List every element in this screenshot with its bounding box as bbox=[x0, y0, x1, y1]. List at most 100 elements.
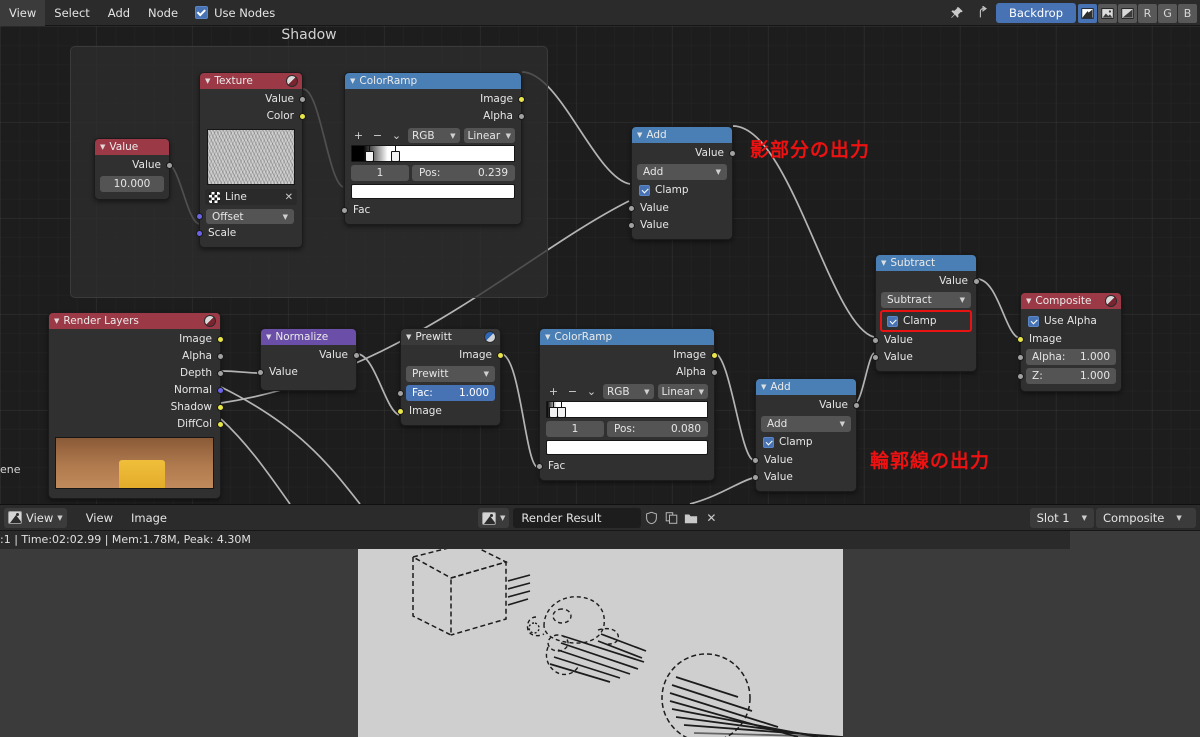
pin-icon[interactable] bbox=[945, 2, 969, 24]
texture-offset-dropdown[interactable]: Offset ▼ bbox=[206, 209, 294, 224]
duplicate-icon[interactable] bbox=[661, 508, 681, 528]
socket-subtract-value-input-2[interactable] bbox=[872, 354, 879, 361]
socket-row-value-out[interactable]: Value bbox=[95, 157, 173, 174]
colorramp-2-gradient[interactable] bbox=[546, 401, 708, 418]
use-nodes-toggle[interactable]: Use Nodes bbox=[187, 6, 275, 20]
socket-row-normalize-value-out[interactable]: Value bbox=[261, 347, 360, 364]
remove-stop-button[interactable]: − bbox=[370, 129, 385, 142]
add1-clamp-checkbox[interactable] bbox=[639, 184, 650, 196]
render-result-image[interactable] bbox=[358, 531, 844, 737]
node-normalize-header[interactable]: ▼ Normalize bbox=[261, 329, 356, 345]
socket-cr2-fac-input[interactable] bbox=[536, 463, 543, 470]
red-channel-button[interactable]: R bbox=[1138, 3, 1157, 23]
render-slot-selector[interactable]: Slot 1 ▼ bbox=[1029, 508, 1094, 528]
node-prewitt-header[interactable]: ▼ Prewitt bbox=[401, 329, 500, 345]
green-channel-button[interactable]: G bbox=[1158, 3, 1177, 23]
node-subtract-header[interactable]: ▼ Subtract bbox=[876, 255, 976, 271]
socket-row-add2-value-in-2[interactable]: Value bbox=[752, 469, 856, 486]
ramp-stop-1[interactable] bbox=[556, 402, 566, 418]
socket-row-composite-image[interactable]: Image bbox=[1017, 331, 1121, 348]
composite-use-alpha-checkbox[interactable] bbox=[1028, 315, 1039, 327]
add2-operation-dropdown[interactable]: Add ▼ bbox=[761, 416, 851, 432]
socket-texture-value-output[interactable] bbox=[299, 96, 306, 103]
image-editor-menu-image[interactable]: Image bbox=[122, 505, 176, 531]
socket-add2-value-output[interactable] bbox=[853, 402, 860, 409]
socket-row-composite-alpha[interactable]: Alpha: 1.000 bbox=[1017, 348, 1121, 367]
render-layer-selector[interactable]: Composite ▼ bbox=[1096, 508, 1196, 528]
ramp-menu-icon[interactable]: ⌄ bbox=[389, 129, 404, 142]
blue-channel-button[interactable]: B bbox=[1178, 3, 1197, 23]
colorramp-2-stop-color[interactable] bbox=[546, 440, 708, 455]
value-number-field[interactable]: 10.000 bbox=[100, 176, 164, 192]
composite-z-field[interactable]: Z: 1.000 bbox=[1026, 368, 1116, 384]
image-name-field[interactable]: Render Result bbox=[513, 508, 642, 528]
folder-icon[interactable] bbox=[681, 508, 701, 528]
collapse-triangle-icon[interactable]: ▼ bbox=[205, 73, 210, 89]
socket-row-texture-scale[interactable]: Scale bbox=[196, 225, 302, 242]
socket-row-subtract-value-in-2[interactable]: Value bbox=[872, 349, 976, 366]
image-editor-viewport[interactable]: :1 | Time:02:02.99 | Mem:1.78M, Peak: 4.… bbox=[0, 531, 1200, 737]
socket-row-add1-value-in-1[interactable]: Value bbox=[628, 200, 732, 217]
colorramp-2-interpolation[interactable]: Linear ▼ bbox=[657, 384, 708, 399]
socket-row-subtract-value-out[interactable]: Value bbox=[876, 273, 980, 290]
socket-row-cr2-image[interactable]: Image bbox=[540, 347, 718, 364]
socket-row-texture-value[interactable]: Value bbox=[200, 91, 306, 108]
socket-normalize-value-input[interactable] bbox=[257, 369, 264, 376]
add2-clamp-checkbox[interactable] bbox=[763, 436, 774, 448]
use-nodes-checkbox[interactable] bbox=[195, 6, 209, 19]
texture-datablock-selector[interactable]: Line ✕ bbox=[205, 189, 297, 205]
collapse-triangle-icon[interactable]: ▼ bbox=[545, 329, 550, 345]
socket-subtract-value-input-1[interactable] bbox=[872, 337, 879, 344]
socket-row-prewitt-fac[interactable]: Fac: 1.000 bbox=[397, 384, 500, 403]
socket-rl-normal-output[interactable] bbox=[217, 387, 224, 394]
colorramp-1-index[interactable]: 1 bbox=[351, 165, 409, 181]
collapse-triangle-icon[interactable]: ▼ bbox=[266, 329, 271, 345]
socket-row-rl-diffcol[interactable]: DiffCol bbox=[49, 416, 224, 433]
socket-texture-offset-input[interactable] bbox=[196, 213, 203, 220]
socket-cr2-image-output[interactable] bbox=[711, 352, 718, 359]
socket-row-texture-color[interactable]: Color bbox=[200, 108, 306, 125]
socket-prewitt-image-input[interactable] bbox=[397, 408, 404, 415]
collapse-triangle-icon[interactable]: ▼ bbox=[350, 73, 355, 89]
socket-prewitt-fac-input[interactable] bbox=[397, 390, 404, 397]
collapse-triangle-icon[interactable]: ▼ bbox=[637, 127, 642, 143]
socket-row-texture-offset[interactable]: Offset ▼ bbox=[196, 208, 302, 225]
prewitt-fac-slider[interactable]: Fac: 1.000 bbox=[406, 385, 495, 401]
socket-composite-z-input[interactable] bbox=[1017, 373, 1024, 380]
socket-row-cr1-fac[interactable]: Fac bbox=[341, 202, 521, 219]
socket-add2-value-input-1[interactable] bbox=[752, 457, 759, 464]
socket-row-add2-value-out[interactable]: Value bbox=[756, 397, 860, 414]
colorramp-1-gradient[interactable] bbox=[351, 145, 515, 162]
node-value[interactable]: ▼ Value Value 10.000 bbox=[94, 138, 173, 200]
socket-row-cr1-alpha[interactable]: Alpha bbox=[345, 108, 525, 125]
collapse-triangle-icon[interactable]: ▼ bbox=[761, 379, 766, 395]
node-render-layers[interactable]: ▼ Render Layers Image Alpha Depth Normal… bbox=[48, 312, 224, 499]
socket-add1-value-input-1[interactable] bbox=[628, 205, 635, 212]
node-texture[interactable]: ▼ Texture Value Color Line ✕ Offset ▼ Sc… bbox=[196, 72, 306, 248]
socket-row-prewitt-image-out[interactable]: Image bbox=[401, 347, 504, 364]
socket-add2-value-input-2[interactable] bbox=[752, 474, 759, 481]
colorramp-2-index[interactable]: 1 bbox=[546, 421, 604, 437]
go-to-parent-icon[interactable] bbox=[971, 2, 995, 24]
socket-subtract-value-output[interactable] bbox=[973, 278, 980, 285]
menu-add[interactable]: Add bbox=[99, 0, 139, 26]
shield-icon[interactable] bbox=[641, 508, 661, 528]
socket-row-composite-z[interactable]: Z: 1.000 bbox=[1017, 367, 1121, 386]
node-add-1[interactable]: ▼ Add Value Add ▼ Clamp Value Value bbox=[628, 126, 736, 240]
socket-row-add2-value-in-1[interactable]: Value bbox=[752, 452, 856, 469]
socket-row-cr2-alpha[interactable]: Alpha bbox=[540, 364, 718, 381]
socket-texture-color-output[interactable] bbox=[299, 113, 306, 120]
socket-composite-image-input[interactable] bbox=[1017, 336, 1024, 343]
add-stop-button[interactable]: + bbox=[351, 129, 366, 142]
socket-add1-value-output[interactable] bbox=[729, 150, 736, 157]
colorramp-2-color-mode[interactable]: RGB ▼ bbox=[603, 384, 654, 399]
node-render-layers-header[interactable]: ▼ Render Layers bbox=[49, 313, 220, 329]
colorramp-1-color-mode[interactable]: RGB ▼ bbox=[408, 128, 460, 143]
image-editor-menu-view[interactable]: View bbox=[77, 505, 122, 531]
socket-row-rl-depth[interactable]: Depth bbox=[49, 365, 224, 382]
ramp-stop-1[interactable] bbox=[390, 146, 400, 162]
node-value-header[interactable]: ▼ Value bbox=[95, 139, 169, 155]
node-editor-canvas[interactable]: Shadow ▼ Value Value 10.000 ▼ Texture Va… bbox=[0, 26, 1200, 504]
add2-clamp-row[interactable]: Clamp bbox=[756, 434, 856, 450]
socket-normalize-value-output[interactable] bbox=[353, 352, 360, 359]
